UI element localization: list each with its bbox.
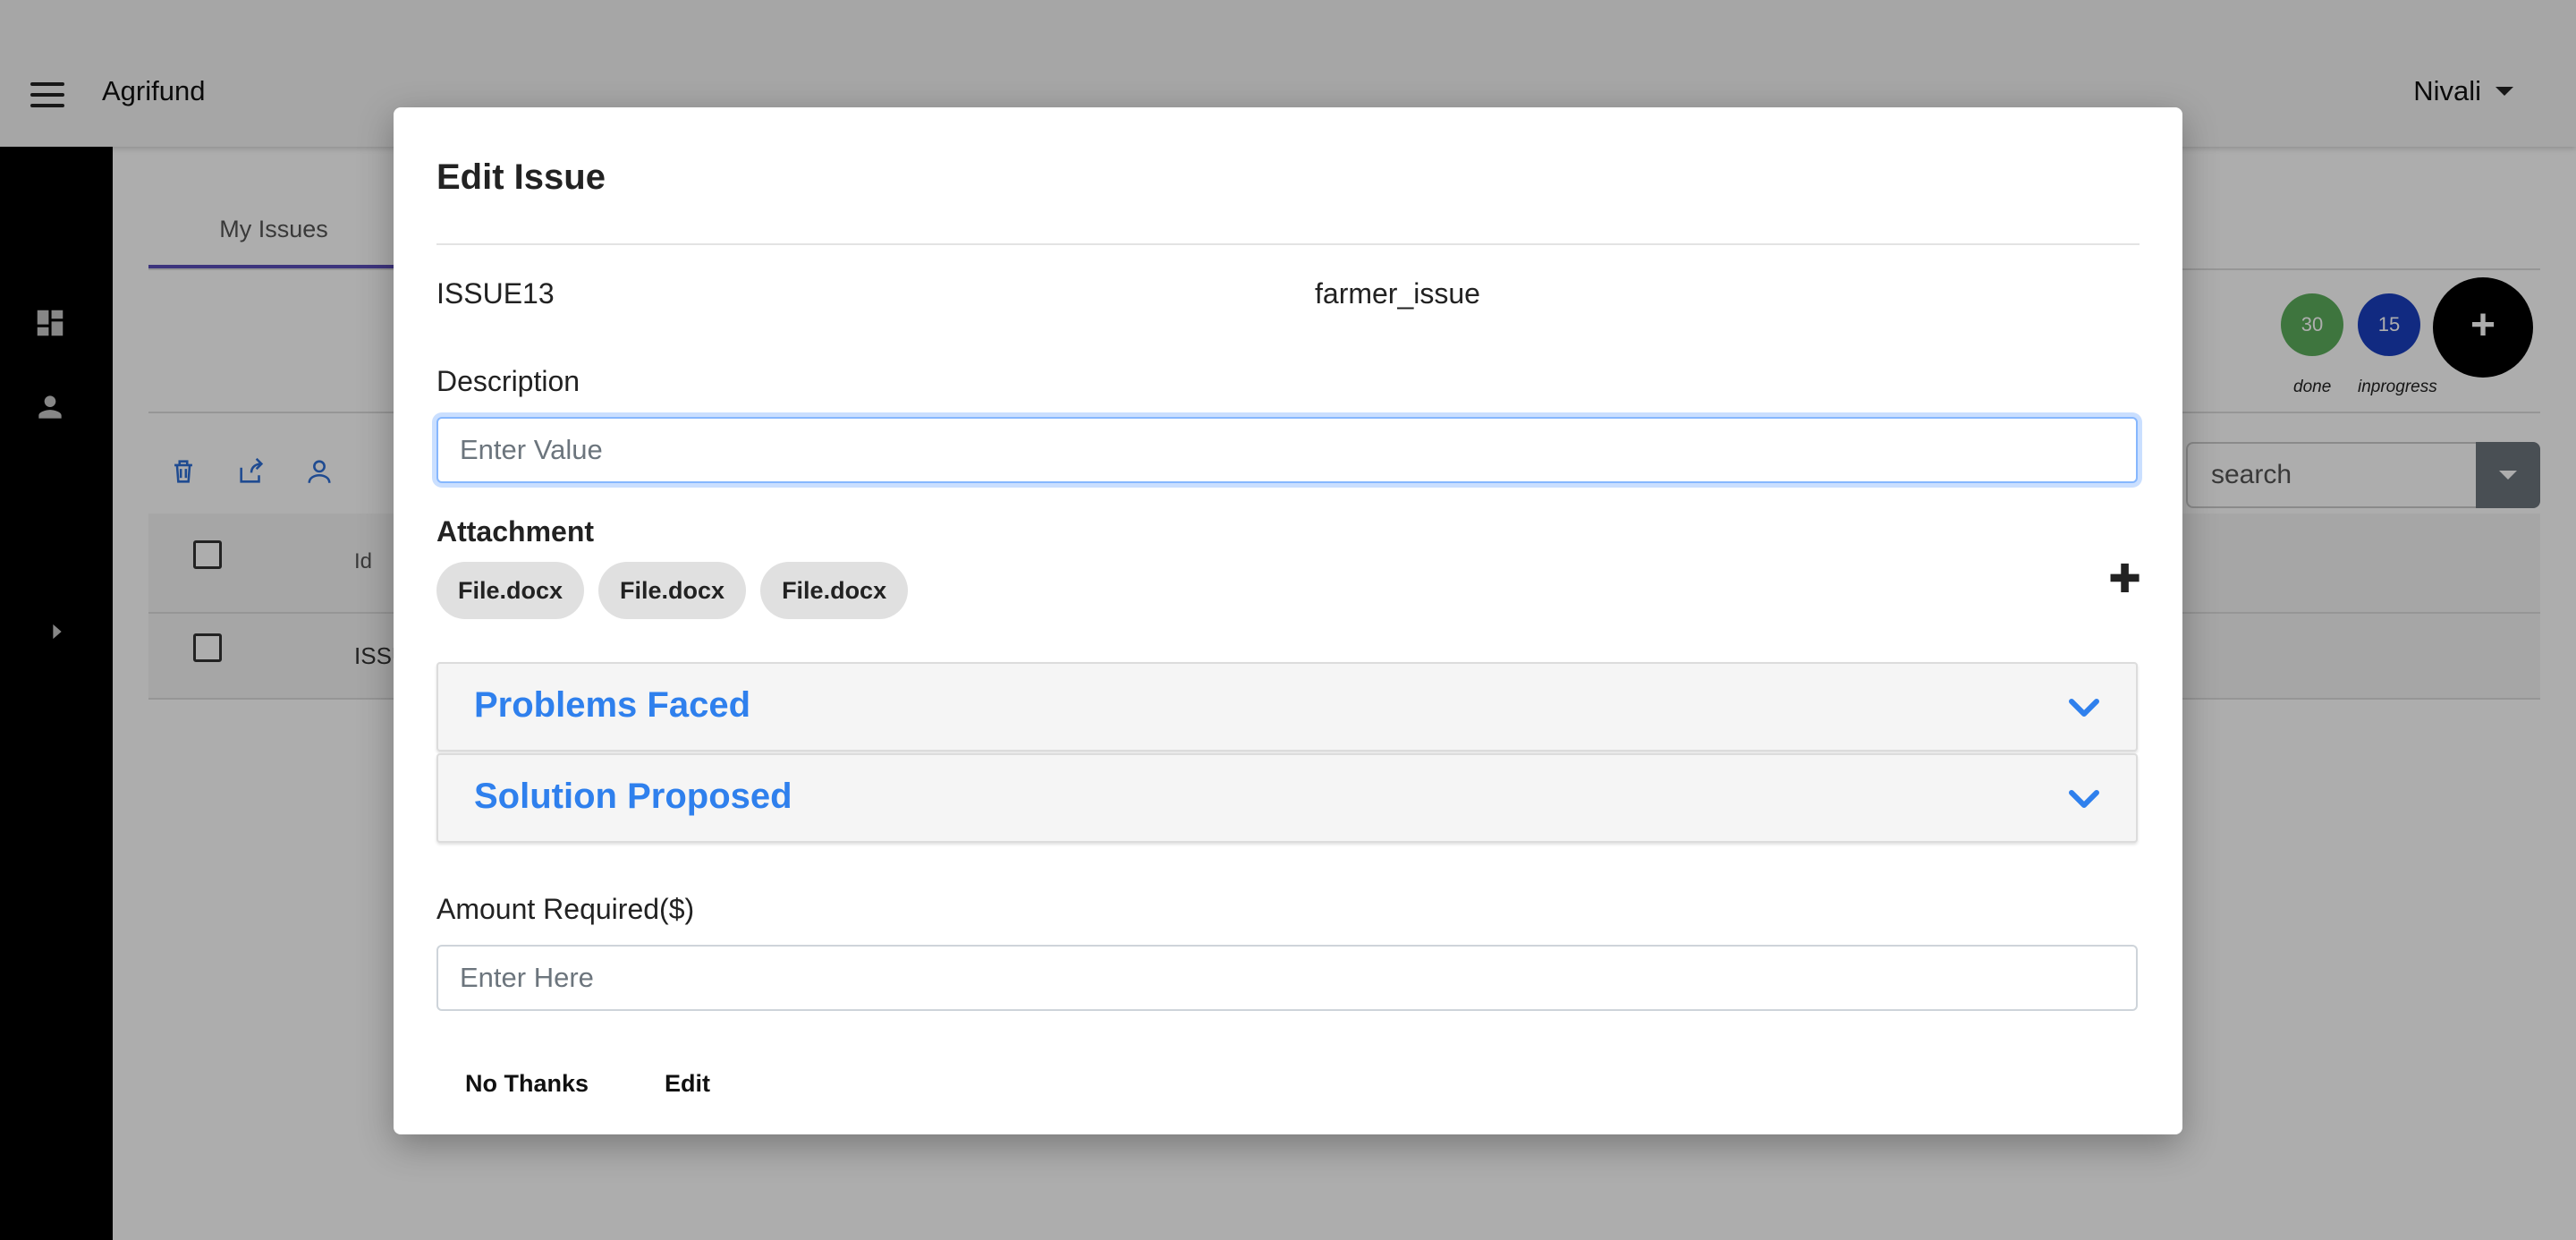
description-input[interactable]: [436, 417, 2138, 483]
accordion-solution-proposed[interactable]: Solution Proposed: [436, 753, 2138, 843]
attachment-chip[interactable]: File.docx: [436, 562, 585, 619]
edit-issue-dialog: Edit Issue ISSUE13 farmer_issue Descript…: [394, 107, 2182, 1134]
no-thanks-button[interactable]: No Thanks: [465, 1070, 589, 1098]
attachment-chip[interactable]: File.docx: [598, 562, 747, 619]
attachment-label: Attachment: [436, 515, 595, 548]
attachment-list: File.docx File.docx File.docx: [436, 562, 909, 619]
attachment-chip[interactable]: File.docx: [760, 562, 909, 619]
description-label: Description: [436, 365, 580, 397]
amount-label: Amount Required($): [436, 893, 695, 925]
accordion-title: Problems Faced: [474, 685, 751, 725]
accordion-problems-faced[interactable]: Problems Faced: [436, 662, 2138, 752]
accordion-title: Solution Proposed: [474, 777, 792, 816]
edit-button[interactable]: Edit: [665, 1070, 710, 1098]
chevron-down-icon: [2069, 699, 2099, 717]
dialog-divider: [436, 243, 2140, 245]
add-attachment-button[interactable]: ✚: [2108, 560, 2141, 599]
dialog-title: Edit Issue: [436, 157, 606, 197]
chevron-down-icon: [2069, 790, 2099, 808]
issue-id: ISSUE13: [436, 277, 555, 310]
amount-input[interactable]: [436, 945, 2138, 1011]
issue-type: farmer_issue: [1315, 277, 1480, 310]
